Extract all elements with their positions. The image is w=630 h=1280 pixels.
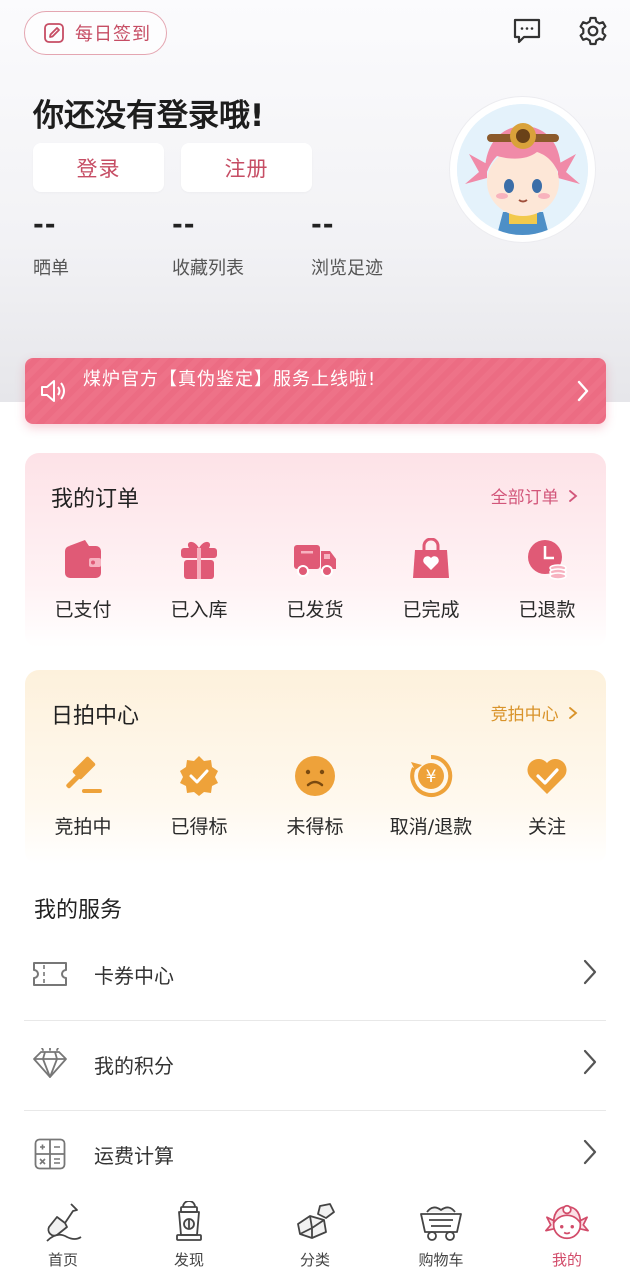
auction-status-bidding[interactable]: 竞拍中 bbox=[25, 754, 141, 839]
order-status-shipped[interactable]: 已发货 bbox=[257, 537, 373, 622]
yen-refund-icon: ¥ bbox=[409, 754, 453, 798]
lantern-icon bbox=[167, 1200, 211, 1244]
tab-label: 分类 bbox=[299, 1251, 330, 1269]
service-label: 卡券中心 bbox=[94, 964, 174, 988]
login-button[interactable]: 登录 bbox=[33, 143, 164, 192]
avatar-girl-icon bbox=[545, 1200, 589, 1244]
order-status-stored[interactable]: 已入库 bbox=[141, 537, 257, 622]
ticket-icon bbox=[32, 956, 68, 992]
order-status-label: 已退款 bbox=[518, 599, 576, 621]
stat-history-value[interactable]: -- bbox=[311, 210, 335, 240]
tab-category[interactable]: 分类 bbox=[252, 1190, 378, 1280]
auction-status-label: 竞拍中 bbox=[54, 816, 112, 838]
tab-label: 发现 bbox=[173, 1251, 204, 1269]
diamond-icon bbox=[32, 1046, 68, 1082]
orders-title: 我的订单 bbox=[51, 487, 140, 512]
shovel-icon bbox=[41, 1200, 85, 1244]
bottom-tab-bar: 首页 发现 分类 购物车 我的 bbox=[0, 1190, 630, 1280]
auction-card: 日拍中心 竞拍中心 竞拍中 已得标 未得标 ¥ 取消/退款 关注 bbox=[25, 670, 606, 865]
tab-discover[interactable]: 发现 bbox=[126, 1190, 252, 1280]
truck-icon bbox=[293, 537, 337, 581]
auction-status-watching[interactable]: 关注 bbox=[489, 754, 605, 839]
auction-status-won[interactable]: 已得标 bbox=[141, 754, 257, 839]
chevron-right-icon bbox=[582, 1138, 598, 1170]
tab-mine[interactable]: 我的 bbox=[504, 1190, 630, 1280]
auction-status-lost[interactable]: 未得标 bbox=[257, 754, 373, 839]
tab-label: 我的 bbox=[551, 1251, 582, 1269]
order-status-paid[interactable]: 已支付 bbox=[25, 537, 141, 622]
tab-home[interactable]: 首页 bbox=[0, 1190, 126, 1280]
auction-status-label: 已得标 bbox=[170, 816, 228, 838]
auction-center-link[interactable]: 竞拍中心 bbox=[491, 700, 578, 725]
chevron-right-icon bbox=[569, 707, 578, 719]
refund-coin-icon bbox=[525, 537, 569, 581]
all-orders-label: 全部订单 bbox=[490, 488, 559, 508]
message-icon[interactable] bbox=[510, 14, 544, 48]
stat-favorites-label[interactable]: 收藏列表 bbox=[172, 254, 244, 280]
badge-check-icon bbox=[177, 754, 221, 798]
service-row-shipping-calculator[interactable]: 运费计算 bbox=[24, 1110, 606, 1200]
stat-history-label[interactable]: 浏览足迹 bbox=[311, 254, 383, 280]
speaker-icon bbox=[39, 378, 67, 408]
chevron-right-icon bbox=[582, 1048, 598, 1080]
orders-card: 我的订单 全部订单 已支付 已入库 已发货 已完成 已退款 bbox=[25, 453, 606, 648]
stat-favorites-value[interactable]: -- bbox=[172, 210, 196, 240]
auction-title: 日拍中心 bbox=[51, 704, 140, 729]
tab-cart[interactable]: 购物车 bbox=[378, 1190, 504, 1280]
order-status-label: 已支付 bbox=[54, 599, 112, 621]
order-status-label: 已完成 bbox=[402, 599, 460, 621]
auction-status-label: 关注 bbox=[527, 816, 566, 838]
coal-icon bbox=[293, 1200, 337, 1244]
edit-icon bbox=[41, 20, 67, 46]
stat-orders-shared-label[interactable]: 晒单 bbox=[33, 254, 69, 280]
register-button[interactable]: 注册 bbox=[181, 143, 312, 192]
bag-heart-icon bbox=[409, 537, 453, 581]
page-title: 你还没有登录哦! bbox=[33, 98, 265, 134]
service-label: 运费计算 bbox=[94, 1144, 174, 1168]
stat-orders-shared-value[interactable]: -- bbox=[33, 210, 57, 240]
wallet-icon bbox=[61, 537, 105, 581]
gift-icon bbox=[177, 537, 221, 581]
order-status-label: 已发货 bbox=[286, 599, 344, 621]
svg-text:¥: ¥ bbox=[426, 767, 437, 787]
heart-check-icon bbox=[525, 754, 569, 798]
auction-status-cancel-refund[interactable]: ¥ 取消/退款 bbox=[373, 754, 489, 839]
chevron-right-icon bbox=[569, 490, 578, 502]
services-title: 我的服务 bbox=[34, 898, 123, 923]
auction-center-label: 竞拍中心 bbox=[490, 705, 559, 725]
auction-status-label: 未得标 bbox=[286, 816, 344, 838]
signin-label: 每日签到 bbox=[75, 24, 151, 45]
all-orders-link[interactable]: 全部订单 bbox=[491, 483, 578, 508]
service-row-points[interactable]: 我的积分 bbox=[24, 1020, 606, 1110]
sad-face-icon bbox=[293, 754, 337, 798]
tab-label: 首页 bbox=[47, 1251, 78, 1269]
avatar-girl-illustration bbox=[457, 104, 588, 235]
gavel-icon bbox=[61, 754, 105, 798]
chevron-right-icon bbox=[582, 958, 598, 990]
order-status-refunded[interactable]: 已退款 bbox=[489, 537, 605, 622]
calculator-icon bbox=[32, 1136, 68, 1172]
daily-signin-button[interactable]: 每日签到 bbox=[24, 11, 167, 55]
order-status-completed[interactable]: 已完成 bbox=[373, 537, 489, 622]
announcement-banner[interactable]: 煤炉官方【真伪鉴定】服务上线啦! bbox=[25, 358, 606, 424]
service-label: 我的积分 bbox=[94, 1054, 174, 1078]
chevron-right-icon bbox=[576, 379, 590, 407]
tab-label: 购物车 bbox=[418, 1251, 464, 1269]
order-status-label: 已入库 bbox=[170, 599, 228, 621]
avatar[interactable] bbox=[449, 96, 596, 243]
auction-status-label: 取消/退款 bbox=[389, 816, 473, 838]
banner-text: 煤炉官方【真伪鉴定】服务上线啦! bbox=[83, 369, 377, 390]
service-row-coupons[interactable]: 卡券中心 bbox=[24, 930, 606, 1020]
mine-cart-icon bbox=[419, 1200, 463, 1244]
gear-icon[interactable] bbox=[576, 14, 610, 48]
